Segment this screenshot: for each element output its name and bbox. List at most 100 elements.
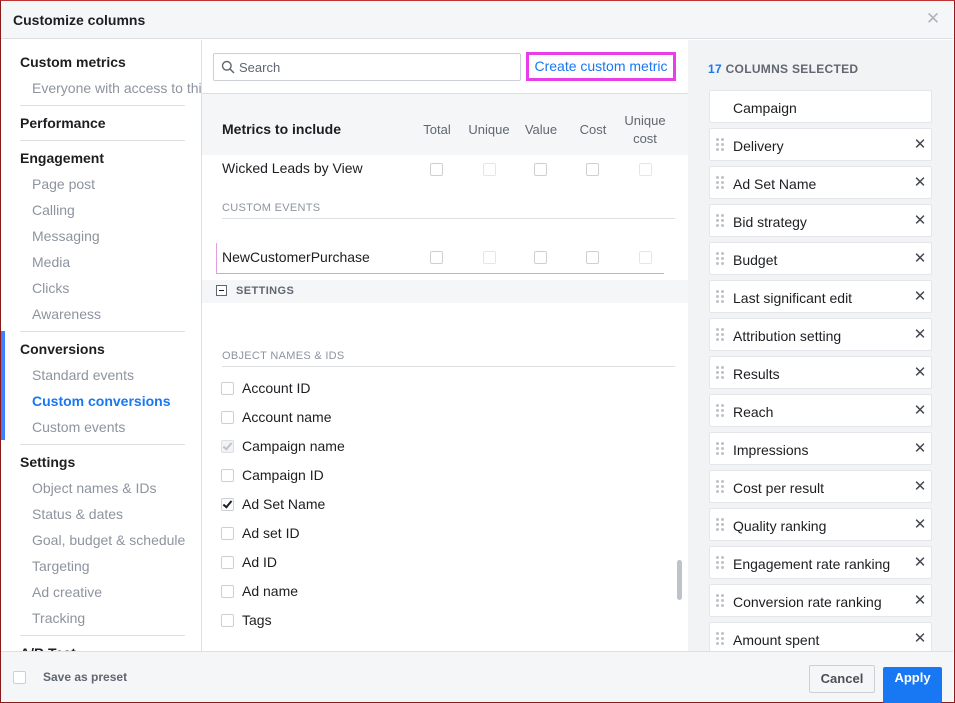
selected-column-label: Delivery (733, 138, 784, 154)
nav-item-object-names-ids[interactable]: Object names & IDs (1, 475, 201, 501)
object-checkbox[interactable] (221, 469, 234, 482)
event-checkbox-value[interactable] (534, 251, 547, 264)
selected-column-chip[interactable]: Bid strategy ✕ (709, 204, 932, 237)
remove-column-icon[interactable]: ✕ (913, 517, 927, 533)
selected-column-chip[interactable]: Attribution setting ✕ (709, 318, 932, 351)
remove-column-icon[interactable]: ✕ (913, 327, 927, 343)
nav-item-messaging[interactable]: Messaging (1, 223, 201, 249)
nav-item-tracking[interactable]: Tracking (1, 605, 201, 631)
metric-checkbox-cost[interactable] (586, 163, 599, 176)
drag-handle-icon[interactable] (716, 138, 724, 152)
scrollbar[interactable] (677, 560, 682, 600)
remove-column-icon[interactable]: ✕ (913, 593, 927, 609)
remove-column-icon[interactable]: ✕ (913, 365, 927, 381)
selected-column-chip[interactable]: Conversion rate ranking ✕ (709, 584, 932, 617)
drag-handle-icon[interactable] (716, 632, 724, 646)
metric-checkbox-unique[interactable] (483, 163, 496, 176)
remove-column-icon[interactable]: ✕ (913, 213, 927, 229)
nav-section-engagement[interactable]: Engagement (1, 145, 104, 171)
nav-section-performance[interactable]: Performance (1, 110, 106, 136)
event-checkbox-total[interactable] (430, 251, 443, 264)
divider (222, 218, 675, 219)
event-checkbox-cost[interactable] (586, 251, 599, 264)
cancel-button[interactable]: Cancel (809, 665, 875, 693)
remove-column-icon[interactable]: ✕ (913, 479, 927, 495)
selected-column-chip[interactable]: Impressions ✕ (709, 432, 932, 465)
left-nav: Custom metrics Everyone with access to th… (1, 40, 202, 651)
nav-item-awareness[interactable]: Awareness (1, 301, 201, 327)
selected-column-chip[interactable]: Quality ranking ✕ (709, 508, 932, 541)
search-box[interactable] (213, 53, 521, 81)
close-icon[interactable]: ✕ (925, 10, 941, 28)
nav-item-everyone-with-access-to-thi[interactable]: Everyone with access to thi (1, 75, 201, 101)
drag-handle-icon[interactable] (716, 442, 724, 456)
drag-handle-icon[interactable] (716, 176, 724, 190)
nav-item-calling[interactable]: Calling (1, 197, 201, 223)
object-checkbox[interactable] (221, 614, 234, 627)
apply-button[interactable]: Apply (883, 667, 942, 703)
drag-handle-icon[interactable] (716, 290, 724, 304)
nav-section-a-b-test[interactable]: A/B Test (1, 640, 76, 651)
selected-column-chip[interactable]: Reach ✕ (709, 394, 932, 427)
remove-column-icon[interactable]: ✕ (913, 631, 927, 647)
drag-handle-icon[interactable] (716, 328, 724, 342)
nav-item-custom-events[interactable]: Custom events (1, 414, 201, 440)
remove-column-icon[interactable]: ✕ (913, 441, 927, 457)
dialog-title: Customize columns (13, 12, 146, 28)
nav-item-ad-creative[interactable]: Ad creative (1, 579, 201, 605)
remove-column-icon[interactable]: ✕ (913, 251, 927, 267)
drag-handle-icon[interactable] (716, 214, 724, 228)
search-input[interactable] (239, 58, 509, 76)
settings-section-bar[interactable]: SETTINGS (202, 280, 688, 303)
drag-handle-icon[interactable] (716, 556, 724, 570)
object-checkbox[interactable] (221, 382, 234, 395)
nav-section-conversions[interactable]: Conversions (1, 336, 105, 362)
selected-column-chip[interactable]: Cost per result ✕ (709, 470, 932, 503)
object-checkbox[interactable] (221, 411, 234, 424)
create-custom-metric-button[interactable]: Create custom metric (526, 52, 676, 81)
save-preset-checkbox[interactable] (13, 671, 26, 684)
drag-handle-icon[interactable] (716, 480, 724, 494)
remove-column-icon[interactable]: ✕ (913, 403, 927, 419)
drag-handle-icon[interactable] (716, 518, 724, 532)
remove-column-icon[interactable]: ✕ (913, 137, 927, 153)
object-checkbox[interactable] (221, 498, 234, 511)
object-checkbox[interactable] (221, 585, 234, 598)
drag-handle-icon[interactable] (716, 252, 724, 266)
nav-item-standard-events[interactable]: Standard events (1, 362, 201, 388)
nav-divider (20, 635, 185, 636)
selected-column-chip[interactable]: Last significant edit ✕ (709, 280, 932, 313)
metric-checkbox-unique-cost[interactable] (639, 163, 652, 176)
selected-column-chip[interactable]: Engagement rate ranking ✕ (709, 546, 932, 579)
nav-item-targeting[interactable]: Targeting (1, 553, 201, 579)
event-checkbox-unique-cost[interactable] (639, 251, 652, 264)
remove-column-icon[interactable]: ✕ (913, 289, 927, 305)
object-checkbox[interactable] (221, 556, 234, 569)
remove-column-icon[interactable]: ✕ (913, 555, 927, 571)
selected-column-chip[interactable]: Results ✕ (709, 356, 932, 389)
selected-column-chip[interactable]: Ad Set Name ✕ (709, 166, 932, 199)
metric-checkbox-value[interactable] (534, 163, 547, 176)
selected-column-chip[interactable]: Delivery ✕ (709, 128, 932, 161)
object-checkbox[interactable] (221, 527, 234, 540)
selected-column-chip[interactable]: Amount spent ✕ (709, 622, 932, 651)
drag-handle-icon[interactable] (716, 594, 724, 608)
selected-column-chip[interactable]: Budget ✕ (709, 242, 932, 275)
drag-handle-icon[interactable] (716, 404, 724, 418)
drag-handle-icon[interactable] (716, 366, 724, 380)
nav-item-clicks[interactable]: Clicks (1, 275, 201, 301)
collapse-icon[interactable] (216, 285, 227, 296)
nav-section-settings[interactable]: Settings (1, 449, 75, 475)
nav-item-page-post[interactable]: Page post (1, 171, 201, 197)
remove-column-icon[interactable]: ✕ (913, 175, 927, 191)
selected-column-label: Bid strategy (733, 214, 807, 230)
object-name-label: Campaign name (242, 438, 345, 454)
nav-section-custom-metrics[interactable]: Custom metrics (1, 49, 126, 75)
nav-item-status-dates[interactable]: Status & dates (1, 501, 201, 527)
nav-item-goal-budget-schedule[interactable]: Goal, budget & schedule (1, 527, 201, 553)
nav-item-media[interactable]: Media (1, 249, 201, 275)
event-checkbox-unique[interactable] (483, 251, 496, 264)
column-header-cost: Cost (579, 122, 607, 137)
metric-checkbox-total[interactable] (430, 163, 443, 176)
nav-item-custom-conversions[interactable]: Custom conversions (1, 388, 201, 414)
